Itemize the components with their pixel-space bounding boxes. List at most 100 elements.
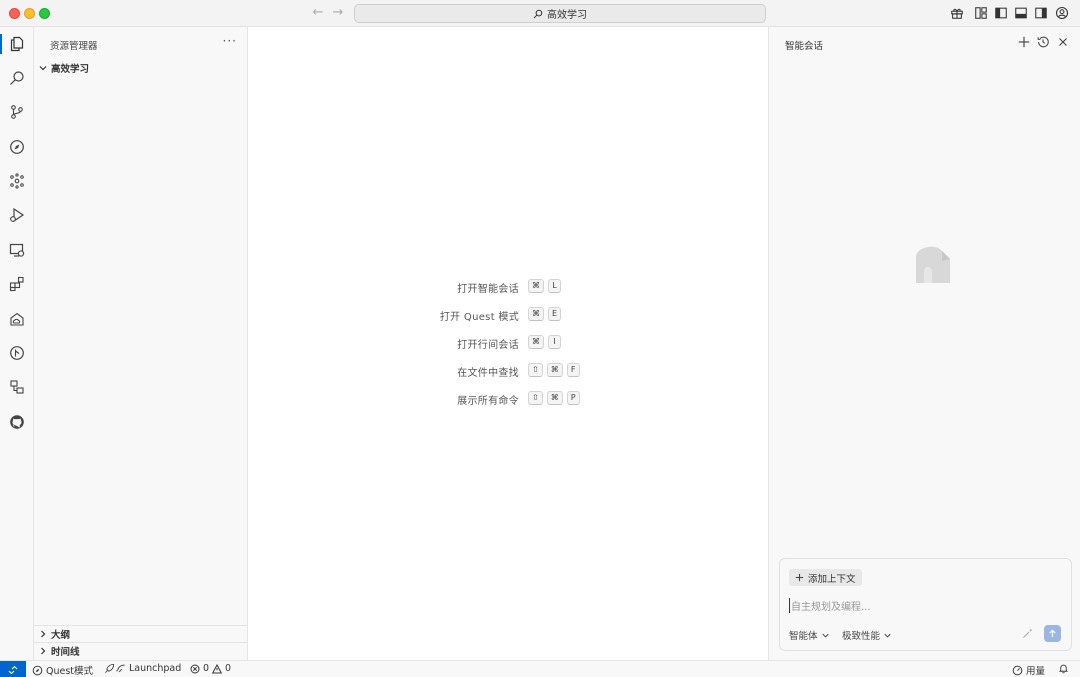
quest-mode-status[interactable]: Quest模式	[32, 663, 93, 677]
close-window-button[interactable]	[9, 8, 20, 19]
flow-icon	[10, 380, 24, 394]
history-icon[interactable]	[1036, 35, 1050, 49]
cloud-deploy-icon	[10, 312, 24, 326]
activity-source-control[interactable]	[0, 98, 34, 126]
toggle-panel-icon[interactable]	[1014, 6, 1028, 20]
agent-mode-select[interactable]: 智能体	[789, 628, 830, 642]
shortcut-label: 打开智能会话	[457, 284, 519, 295]
activity-run-debug[interactable]	[0, 201, 34, 229]
usage-status[interactable]: 用量	[1012, 663, 1045, 677]
zoom-window-button[interactable]	[39, 8, 50, 19]
quest-mode-label: Quest模式	[46, 666, 94, 677]
command-center-search[interactable]: 高效学习	[354, 4, 766, 23]
activity-extensions[interactable]	[0, 270, 34, 298]
folder-root[interactable]: 高效学习	[38, 61, 89, 75]
toggle-primary-sidebar-icon[interactable]	[994, 6, 1008, 20]
status-bar: Quest模式 Launchpad 0 0 用量	[0, 660, 1080, 677]
activity-git-branch[interactable]	[0, 339, 34, 367]
remote-indicator[interactable]	[0, 661, 26, 677]
shortcut-key: ⇧	[528, 391, 543, 405]
chevron-down-icon	[39, 66, 47, 71]
shortcut-row: 展示所有命令 ⇧ ⌘ P	[248, 391, 768, 407]
add-context-button[interactable]: 添加上下文	[789, 569, 862, 586]
shortcut-key: ⌘	[546, 363, 563, 377]
shortcut-key: ⌘	[546, 391, 563, 405]
notifications-bell[interactable]	[1058, 663, 1069, 674]
shortcut-key: ⌘	[528, 335, 544, 349]
error-count: 0	[203, 663, 210, 674]
add-context-label: 添加上下文	[808, 573, 856, 585]
shortcut-label: 展示所有命令	[457, 396, 519, 407]
performance-mode-select[interactable]: 极致性能	[842, 628, 892, 642]
shortcut-row: 打开智能会话 ⌘ L	[248, 279, 768, 295]
activity-search[interactable]	[0, 64, 34, 92]
shortcut-label: 打开行间会话	[457, 340, 519, 351]
gift-icon[interactable]	[950, 6, 964, 20]
run-debug-icon	[10, 207, 25, 223]
forward-arrow-icon[interactable]: →	[330, 5, 346, 21]
title-bar: ← → 高效学习	[0, 0, 1080, 27]
activity-github[interactable]	[0, 408, 34, 436]
explorer-icon	[10, 36, 24, 52]
shortcut-key: L	[548, 279, 561, 293]
shortcut-key: P	[566, 391, 580, 405]
outline-section[interactable]: 大纲	[34, 625, 248, 642]
launchpad-label: Launchpad	[129, 663, 182, 674]
toggle-secondary-sidebar-icon[interactable]	[1034, 6, 1048, 20]
chat-title: 智能会话	[785, 41, 824, 52]
remote-icon	[8, 665, 18, 674]
chevron-down-icon	[821, 633, 829, 638]
github-icon	[10, 415, 24, 429]
shortcut-row: 打开 Quest 模式 ⌘ E	[248, 307, 768, 323]
activity-graph[interactable]	[0, 167, 34, 195]
error-icon	[190, 664, 200, 673]
chat-input-box: 添加上下文 自主规划及编程... 智能体 极致性能	[779, 558, 1072, 651]
send-button[interactable]	[1044, 625, 1061, 642]
chevron-right-icon	[41, 630, 46, 638]
graph-icon	[10, 173, 24, 189]
shortcut-key: F	[566, 363, 580, 377]
shortcut-row: 打开行间会话 ⌘ I	[248, 335, 768, 351]
back-arrow-icon[interactable]: ←	[310, 5, 326, 21]
plus-icon	[795, 573, 804, 582]
new-chat-icon[interactable]	[1017, 35, 1031, 49]
sidebar-title: 资源管理器	[50, 41, 98, 52]
explorer-sidebar: 资源管理器 ··· 高效学习 大纲 时间线	[34, 27, 248, 660]
performance-mode-label: 极致性能	[842, 631, 881, 642]
timeline-label: 时间线	[51, 647, 80, 658]
activity-explorer[interactable]	[0, 30, 34, 58]
git-branch-icon	[10, 346, 24, 360]
bell-icon	[1058, 664, 1069, 674]
activity-compass[interactable]	[0, 133, 34, 161]
rocket-icon	[105, 663, 125, 673]
minimize-window-button[interactable]	[24, 8, 35, 19]
folder-name: 高效学习	[51, 64, 90, 75]
gauge-icon	[1012, 665, 1023, 675]
activity-bar	[0, 27, 34, 660]
account-icon[interactable]	[1055, 6, 1069, 20]
more-actions-icon[interactable]: ···	[223, 34, 237, 48]
search-icon	[533, 9, 543, 18]
chevron-right-icon	[41, 647, 46, 655]
activity-flow[interactable]	[0, 373, 34, 401]
editor-area: 打开智能会话 ⌘ L 打开 Quest 模式 ⌘ E 打开行间会话 ⌘ I 在文…	[248, 27, 768, 660]
close-icon[interactable]	[1056, 35, 1070, 49]
magic-wand-icon[interactable]	[1021, 627, 1034, 640]
layout-customize-icon[interactable]	[974, 6, 988, 20]
shortcut-label: 在文件中查找	[457, 368, 519, 379]
problems-status[interactable]: 0 0	[190, 663, 231, 674]
shortcut-row: 在文件中查找 ⇧ ⌘ F	[248, 363, 768, 379]
activity-remote-explorer[interactable]	[0, 236, 34, 264]
timeline-section[interactable]: 时间线	[34, 642, 248, 659]
chat-panel: 智能会话 添加上下文 自主规划及编程... 智能体 极致性能	[768, 27, 1080, 660]
activity-cloud-deploy[interactable]	[0, 305, 34, 333]
chat-input-field[interactable]: 自主规划及编程...	[789, 598, 871, 613]
usage-label: 用量	[1026, 666, 1046, 677]
extensions-icon	[9, 276, 24, 292]
shortcut-key: ⌘	[528, 279, 544, 293]
shortcut-key: ⇧	[528, 363, 543, 377]
outline-label: 大纲	[51, 630, 71, 641]
warning-icon	[212, 663, 223, 673]
shortcut-key: I	[548, 335, 561, 349]
launchpad-status[interactable]: Launchpad	[104, 663, 181, 674]
